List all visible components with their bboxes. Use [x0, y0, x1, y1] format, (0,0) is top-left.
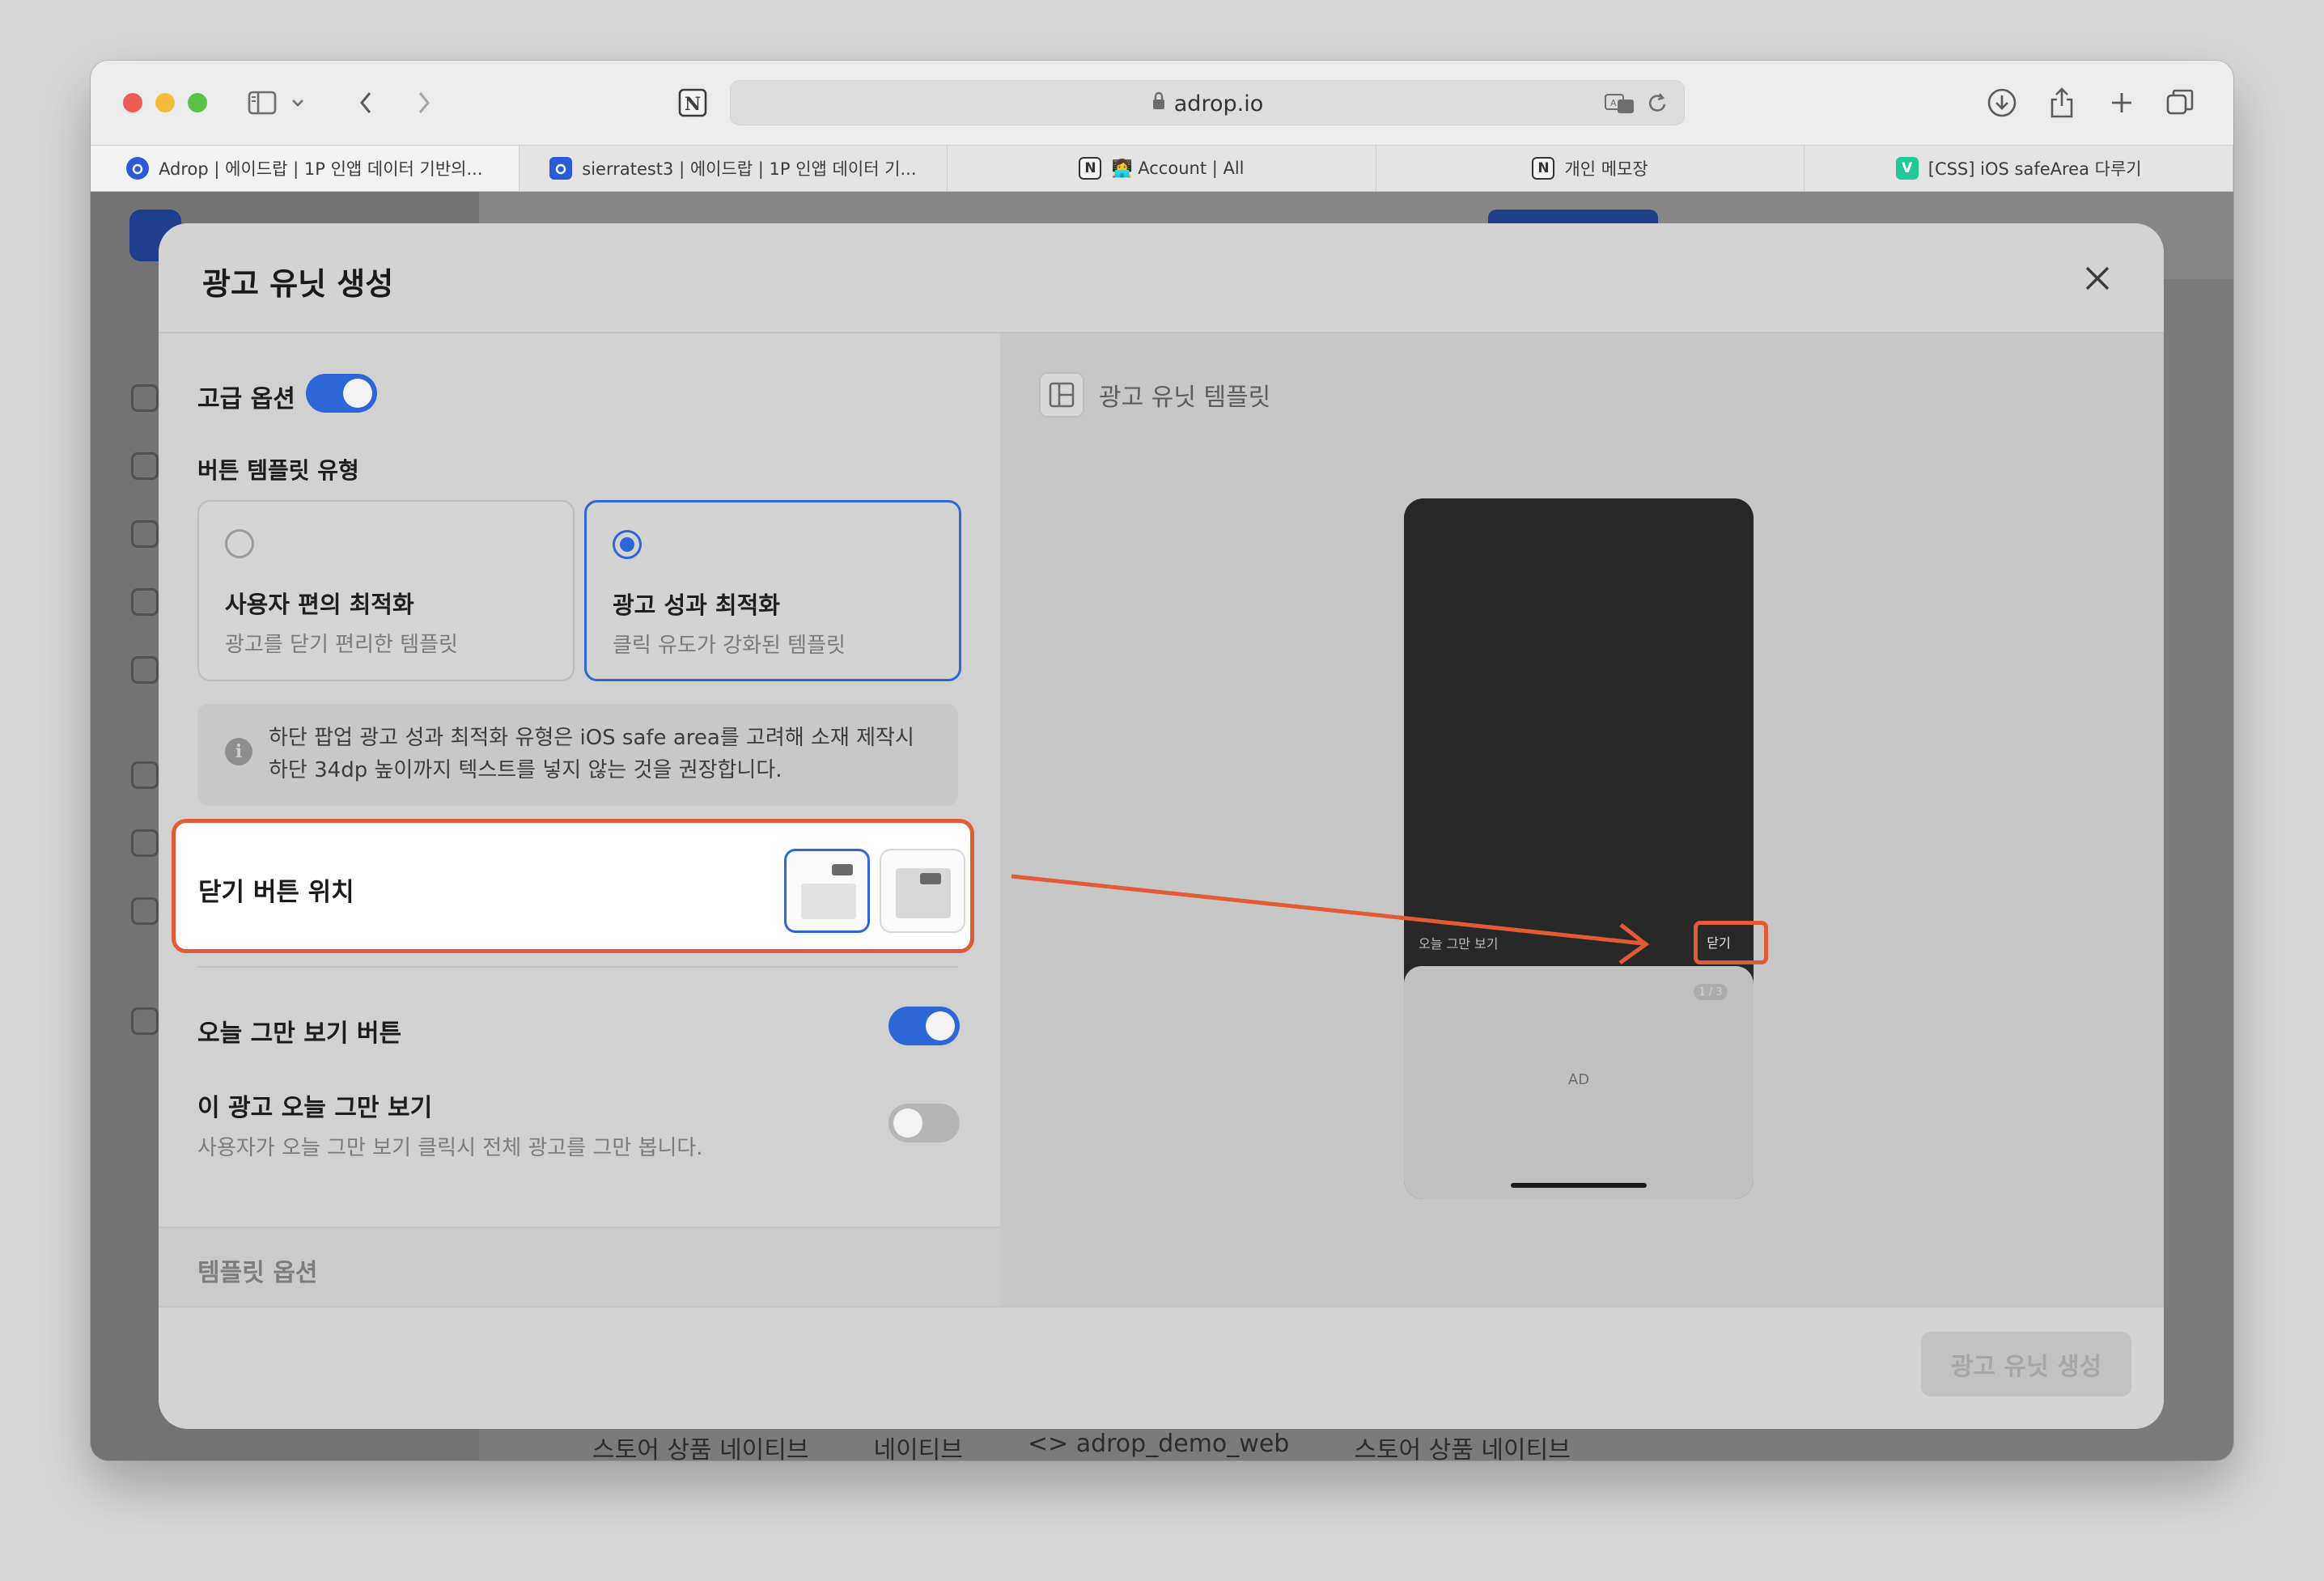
info-text: 하단 팝업 광고 성과 최적화 유형은 iOS safe area를 고려해 소… — [269, 726, 914, 782]
svg-text:N: N — [685, 94, 701, 115]
radio-checked[interactable] — [613, 530, 642, 559]
preview-header: 광고 유닛 템플릿 — [1039, 372, 1270, 418]
preview-panel: 광고 유닛 템플릿 오늘 그만 보기 닫기 1 / 3 AD — [1000, 333, 2164, 1306]
radio-unchecked[interactable] — [225, 529, 254, 558]
forward-icon[interactable] — [408, 85, 440, 121]
advanced-option-toggle[interactable] — [306, 374, 377, 413]
users-icon — [131, 897, 159, 925]
download-icon[interactable] — [1984, 85, 2020, 121]
template-options-section[interactable]: 템플릿 옵션 — [159, 1227, 1000, 1306]
tab-account[interactable]: N 👩‍💻 Account | All — [948, 146, 1376, 191]
divider — [197, 966, 958, 968]
browser-toolbar: N adrop.io A — [91, 61, 2233, 145]
info-notice: i 하단 팝업 광고 성과 최적화 유형은 iOS safe area를 고려해… — [197, 704, 958, 806]
close-window-button[interactable] — [123, 93, 142, 112]
button-template-label: 버튼 템플릿 유형 — [197, 457, 359, 484]
send-icon — [131, 829, 159, 857]
target-icon — [131, 656, 159, 684]
back-icon[interactable] — [350, 85, 382, 121]
tab-memo[interactable]: N 개인 메모장 — [1376, 146, 1805, 191]
bag-icon — [131, 588, 159, 616]
preview-bottom-sheet: 1 / 3 AD — [1404, 966, 1754, 1199]
minimize-window-button[interactable] — [155, 93, 175, 112]
lock-icon — [1151, 91, 1166, 117]
tab-overview-icon[interactable] — [2162, 85, 2198, 121]
modal-title: 광고 유닛 생성 — [202, 266, 394, 302]
create-ad-unit-modal: 광고 유닛 생성 고급 옵션 버튼 템플릿 유형 사용자 편의 최적화 광고를 … — [159, 223, 2164, 1429]
hide-ad-today-label: 이 광고 오늘 그만 보기 — [197, 1094, 433, 1122]
svg-text:A: A — [1610, 98, 1617, 108]
annotation-close-highlight — [1694, 921, 1768, 964]
browser-window: N adrop.io A Adrop | 에이드랍 | 1P 인앱 데이터 기반… — [91, 61, 2233, 1460]
info-icon: i — [225, 738, 252, 765]
gear-icon — [131, 761, 159, 789]
new-tab-icon[interactable] — [2106, 85, 2138, 121]
velog-icon: V — [1895, 157, 1919, 180]
ad-placeholder: AD — [1567, 1071, 1590, 1088]
home-indicator — [1511, 1183, 1647, 1188]
page-table-row: 스토어 상품 네이티브 네이티브 <> adrop_demo_web 스토어 상… — [592, 1430, 1571, 1460]
url-text: adrop.io — [1173, 91, 1264, 117]
page-indicator: 1 / 3 — [1694, 984, 1728, 1000]
chevron-down-icon[interactable] — [288, 85, 307, 121]
megaphone-icon — [131, 452, 159, 480]
share-icon[interactable] — [2046, 85, 2078, 121]
sidebar-icon[interactable] — [244, 85, 280, 121]
adrop-logo-icon — [549, 157, 573, 180]
create-ad-unit-button[interactable]: 광고 유닛 생성 — [1921, 1332, 2131, 1397]
template-option-user-convenience[interactable]: 사용자 편의 최적화 광고를 닫기 편리한 템플릿 — [197, 500, 575, 681]
tab-css-safearea[interactable]: V [CSS] iOS safeArea 다루기 — [1804, 146, 2233, 191]
position-option-inside[interactable] — [880, 849, 965, 933]
position-option-outside[interactable] — [784, 849, 870, 933]
tab-bar: Adrop | 에이드랍 | 1P 인앱 데이터 기반의... sierrate… — [91, 145, 2233, 192]
template-option-ad-performance[interactable]: 광고 성과 최적화 클릭 유도가 강화된 템플릿 — [584, 500, 961, 681]
hide-ad-today-desc: 사용자가 오늘 그만 보기 클릭시 전체 광고를 그만 봅니다. — [197, 1136, 703, 1160]
document-icon — [131, 1007, 159, 1035]
advanced-option-label: 고급 옵션 — [197, 385, 295, 413]
settings-panel: 고급 옵션 버튼 템플릿 유형 사용자 편의 최적화 광고를 닫기 편리한 템플… — [159, 343, 1000, 1306]
reload-icon[interactable] — [1647, 91, 1669, 119]
close-button-position-row: 닫기 버튼 위치 — [172, 819, 974, 953]
close-button-position-label: 닫기 버튼 위치 — [198, 878, 354, 907]
close-icon[interactable] — [2080, 261, 2115, 296]
home-icon — [131, 384, 159, 412]
translate-icon[interactable]: A — [1605, 92, 1635, 118]
phone-preview: 오늘 그만 보기 닫기 1 / 3 AD — [1404, 498, 1754, 1199]
zoom-window-button[interactable] — [188, 93, 207, 112]
hide-ad-today-toggle[interactable] — [888, 1104, 960, 1142]
notion-icon: N — [1079, 157, 1102, 180]
tab-sierratest3[interactable]: sierratest3 | 에이드랍 | 1P 인앱 데이터 기... — [520, 146, 948, 191]
hide-today-button-toggle[interactable] — [888, 1007, 960, 1045]
adrop-logo-icon — [126, 157, 150, 180]
preview-hide-today-text: 오늘 그만 보기 — [1419, 936, 1499, 952]
modal-footer: 광고 유닛 생성 — [159, 1306, 2164, 1429]
address-bar[interactable]: adrop.io A — [730, 80, 1685, 125]
notion-icon[interactable]: N — [673, 85, 712, 121]
archive-icon — [131, 520, 159, 548]
layout-icon — [1039, 372, 1084, 418]
notion-icon: N — [1532, 157, 1555, 180]
tab-adrop[interactable]: Adrop | 에이드랍 | 1P 인앱 데이터 기반의... — [91, 146, 520, 191]
hide-today-button-label: 오늘 그만 보기 버튼 — [197, 1019, 402, 1048]
modal-header: 광고 유닛 생성 — [159, 223, 2164, 333]
